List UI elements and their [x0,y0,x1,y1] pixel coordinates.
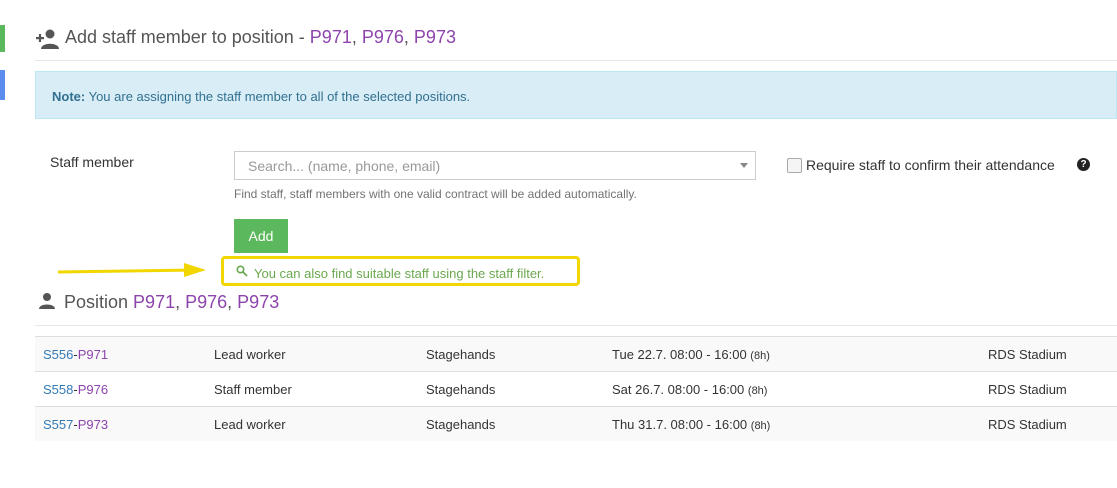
role-cell: Staff member [214,382,292,397]
table-row: S558-P976 Staff member Stagehands Sat 26… [35,371,1117,406]
group-cell: Stagehands [426,347,496,362]
position-ref[interactable]: P971 [310,27,352,47]
shift-id[interactable]: S557 [43,417,73,432]
staff-search-select[interactable] [234,151,756,180]
add-button[interactable]: Add [234,219,288,253]
position-ref[interactable]: P976 [185,292,227,312]
position-section-header: Position P971, P976, P973 [35,290,1117,326]
venue-cell: RDS Stadium [988,382,1067,397]
shift-position-link[interactable]: S558-P976 [43,382,108,397]
group-cell: Stagehands [426,417,496,432]
table-row: S557-P973 Lead worker Stagehands Thu 31.… [35,406,1117,441]
position-section-title: Position P971, P976, P973 [64,292,280,312]
shift-id[interactable]: S556 [43,347,73,362]
note-text: Note: You are assigning the staff member… [52,89,471,104]
position-id[interactable]: P971 [78,347,108,362]
confirm-attendance-checkbox[interactable] [787,158,802,173]
modal-header: Add staff member to position - P971, P97… [35,22,1117,61]
group-cell: Stagehands [426,382,496,397]
staff-filter-hint[interactable]: You can also find suitable staff using t… [221,256,580,286]
position-id[interactable]: P973 [78,417,108,432]
question-circle-icon[interactable]: ? [1077,158,1090,171]
staff-member-label: Staff member [50,154,134,170]
confirm-attendance-label[interactable]: Require staff to confirm their attendanc… [806,157,1055,173]
time-cell: Thu 31.7. 08:00 - 16:00 (8h) [612,417,771,432]
positions-table: S556-P971 Lead worker Stagehands Tue 22.… [35,336,1117,441]
role-cell: Lead worker [214,417,286,432]
note-label: Note: [52,89,86,104]
sidebar-blue-marker [0,70,5,100]
shift-id[interactable]: S558 [43,382,73,397]
role-cell: Lead worker [214,347,286,362]
note-alert: Note: You are assigning the staff member… [35,71,1117,119]
sidebar-green-marker [0,25,5,52]
person-icon [39,293,55,309]
shift-position-link[interactable]: S556-P971 [43,347,108,362]
position-id[interactable]: P976 [78,382,108,397]
highlight-arrow [57,263,206,277]
position-ref[interactable]: P973 [237,292,279,312]
search-icon [236,265,248,277]
venue-cell: RDS Stadium [988,417,1067,432]
add-person-icon [36,29,59,49]
position-ref[interactable]: P971 [133,292,175,312]
time-cell: Sat 26.7. 08:00 - 16:00 (8h) [612,382,768,397]
staff-search-input[interactable] [235,152,738,179]
shift-position-link[interactable]: S557-P973 [43,417,108,432]
table-row: S556-P971 Lead worker Stagehands Tue 22.… [35,336,1117,371]
time-cell: Tue 22.7. 08:00 - 16:00 (8h) [612,347,770,362]
position-ref[interactable]: P973 [414,27,456,47]
position-ref[interactable]: P976 [362,27,404,47]
chevron-down-icon[interactable] [740,163,748,168]
venue-cell: RDS Stadium [988,347,1067,362]
staff-filter-link[interactable]: You can also find suitable staff using t… [254,266,544,281]
search-help-text: Find staff, staff members with one valid… [234,187,637,201]
page-title: Add staff member to position - P971, P97… [65,27,456,47]
